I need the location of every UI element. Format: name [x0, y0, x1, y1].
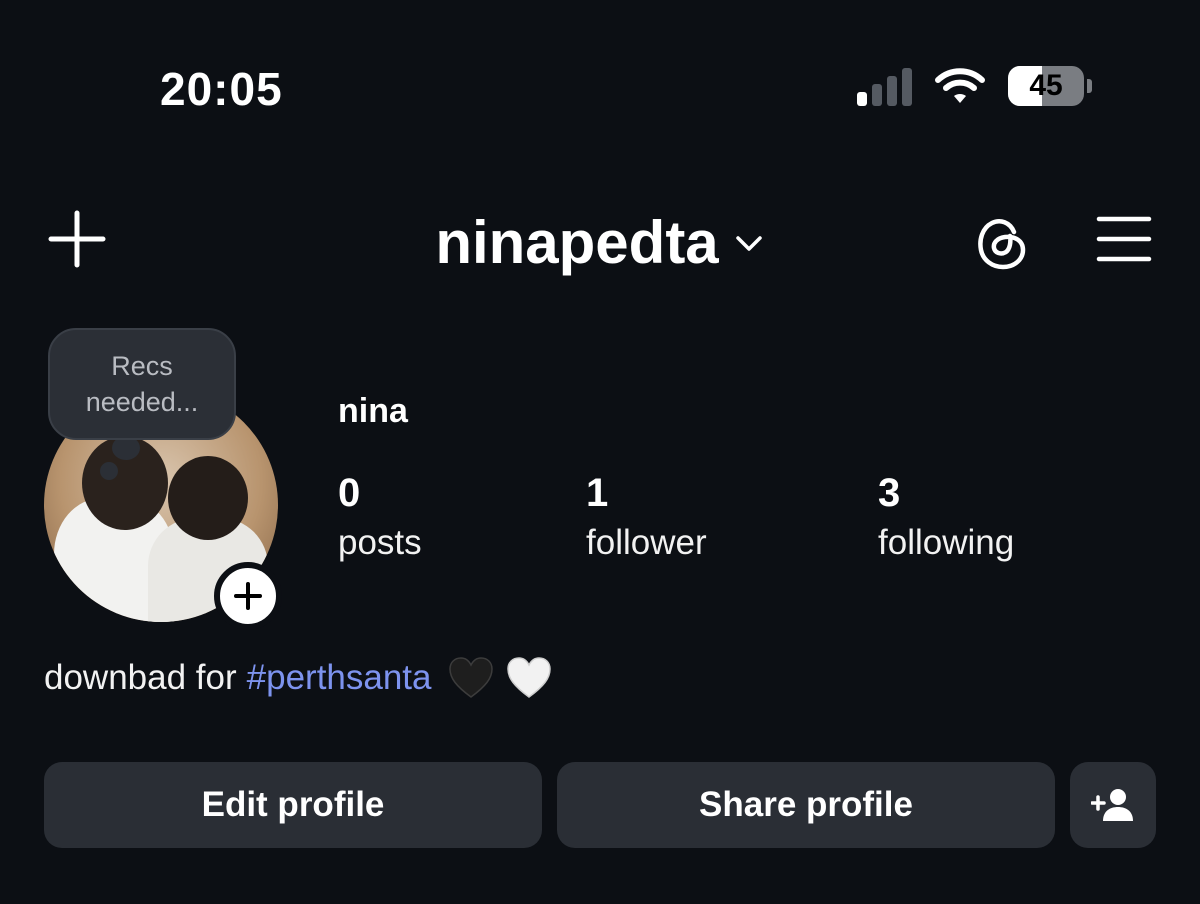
battery-icon: 45	[1008, 66, 1092, 106]
black-heart-icon	[448, 657, 493, 698]
stat-posts-value: 0	[338, 471, 361, 515]
stat-following-label: following	[878, 523, 1015, 562]
white-heart-icon	[506, 657, 551, 698]
stat-posts[interactable]: 0 posts	[338, 470, 422, 566]
stat-following-value: 3	[878, 471, 901, 515]
bio-hashtag-link[interactable]: #perthsanta	[247, 658, 432, 698]
note-bubble[interactable]: Recs needed...	[48, 328, 236, 440]
discover-people-button[interactable]	[1070, 762, 1156, 848]
wifi-icon	[935, 68, 985, 103]
edit-profile-button[interactable]: Edit profile	[44, 762, 542, 848]
share-profile-label: Share profile	[699, 785, 913, 824]
note-bubble-text: Recs needed...	[85, 351, 199, 417]
stat-following[interactable]: 3 following	[878, 470, 1014, 566]
profile-screen: 20:05 45 ninapedta Recs needed... nina 0…	[0, 0, 1200, 904]
add-story-plus-icon	[234, 582, 262, 610]
note-bubble-tail	[100, 462, 118, 480]
menu-icon[interactable]	[1096, 214, 1152, 264]
battery-level: 45	[1029, 69, 1063, 102]
chevron-down-icon	[735, 235, 762, 251]
stat-followers-label: follower	[586, 523, 707, 562]
edit-profile-label: Edit profile	[201, 785, 385, 824]
threads-icon[interactable]	[972, 212, 1032, 272]
stat-posts-label: posts	[338, 523, 422, 562]
add-person-icon	[1091, 789, 1133, 821]
status-icons: 45	[857, 66, 1092, 106]
stat-followers[interactable]: 1 follower	[586, 470, 707, 566]
share-profile-button[interactable]: Share profile	[557, 762, 1055, 848]
cellular-signal-icon	[857, 66, 912, 106]
add-story-button[interactable]	[214, 562, 282, 630]
bio: downbad for #perthsanta	[44, 656, 552, 700]
username: ninapedta	[435, 209, 719, 276]
status-time: 20:05	[160, 63, 283, 115]
stat-followers-value: 1	[586, 471, 609, 515]
bio-text: downbad for	[44, 658, 237, 697]
display-name: nina	[338, 392, 408, 430]
